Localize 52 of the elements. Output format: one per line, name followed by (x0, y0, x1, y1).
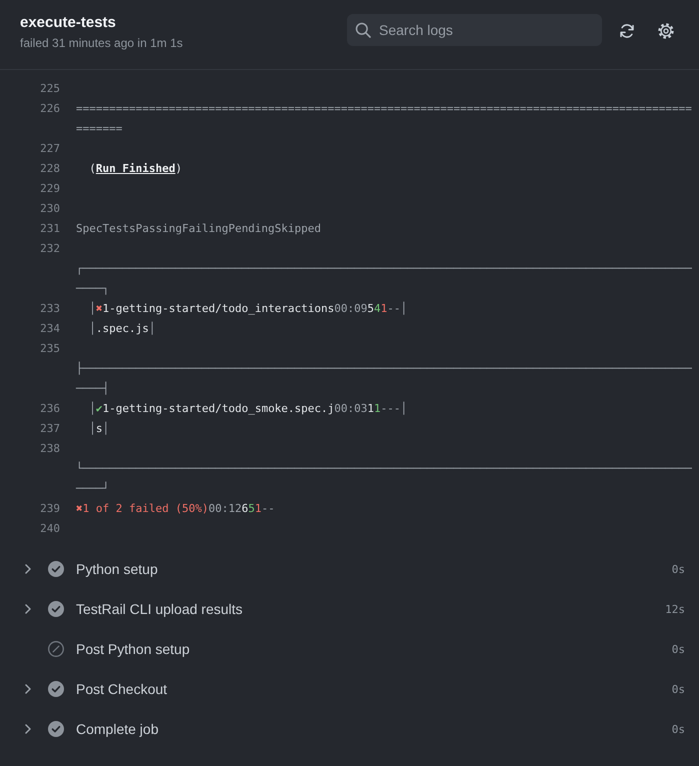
log-line: (Run Finished) (88, 161, 182, 177)
step-duration: 0s (672, 722, 685, 736)
step-name[interactable]: Python setup (76, 561, 158, 577)
step-name[interactable]: Post Checkout (76, 681, 168, 697)
check-circle-icon (48, 601, 64, 617)
chevron-icon[interactable] (25, 724, 31, 734)
step-name[interactable]: Complete job (76, 721, 158, 737)
job-status-text: failed 31 minutes ago in 1m 1s (20, 36, 183, 51)
log-line: ┌────────────────────────────────────────────────────────────────────────────────────────────────┐ (76, 261, 692, 297)
line-number: 228 (39, 161, 60, 177)
log-line: SpecTestsPassingFailingPendingSkipped (76, 221, 322, 237)
line-number: 231 (39, 221, 60, 237)
search-icon (355, 22, 371, 38)
line-number: 235 (39, 341, 60, 357)
log-line: ==================================================================================================== (76, 101, 692, 137)
log-line: │s│ (88, 420, 110, 437)
step-name[interactable]: Post Python setup (76, 641, 190, 657)
skipped-icon (48, 641, 64, 657)
settings-icon (658, 22, 674, 38)
check-circle-icon (48, 681, 64, 697)
log-line: ✖1 of 2 failed (50%)00:12651-- (76, 501, 275, 517)
step-duration: 0s (672, 642, 685, 656)
job-title: execute-tests (20, 14, 117, 32)
line-number: 233 (39, 301, 60, 317)
line-number: 234 (39, 321, 60, 337)
log-line: ├────────────────────────────────────────────────────────────────────────────────────────────────┤ (76, 360, 692, 397)
chevron-icon[interactable] (25, 684, 31, 694)
log-line: └────────────────────────────────────────────────────────────────────────────────────────────────┘ (76, 460, 692, 497)
chevron-icon[interactable] (25, 604, 31, 614)
line-number: 230 (39, 201, 60, 217)
line-number: 239 (39, 501, 60, 517)
search-field[interactable]: Search logs (347, 14, 602, 46)
chevron-icon[interactable] (25, 564, 31, 574)
log-line: │✖1-getting-started/todo_interactions00:09541--│ (88, 300, 408, 317)
line-number: 225 (39, 81, 60, 97)
line-number: 227 (39, 141, 60, 157)
step-name[interactable]: TestRail CLI upload results (76, 601, 243, 617)
log-line: │✔1-getting-started/todo_smoke.spec.j 00:0311---│ (88, 400, 408, 417)
line-number: 229 (39, 181, 60, 197)
step-duration: 0s (672, 562, 685, 576)
line-number: 236 (39, 401, 60, 417)
step-duration: 0s (672, 682, 685, 696)
step-duration: 12s (665, 602, 685, 616)
line-number: 238 (39, 441, 60, 457)
log-line: │.spec.js│ (88, 320, 156, 337)
line-number: 232 (39, 241, 60, 257)
line-number: 240 (39, 521, 60, 537)
check-circle-icon (48, 561, 64, 577)
line-number: 226 (39, 101, 60, 117)
check-circle-icon (48, 721, 64, 737)
refresh-icon (619, 22, 635, 38)
line-number: 237 (39, 421, 60, 437)
